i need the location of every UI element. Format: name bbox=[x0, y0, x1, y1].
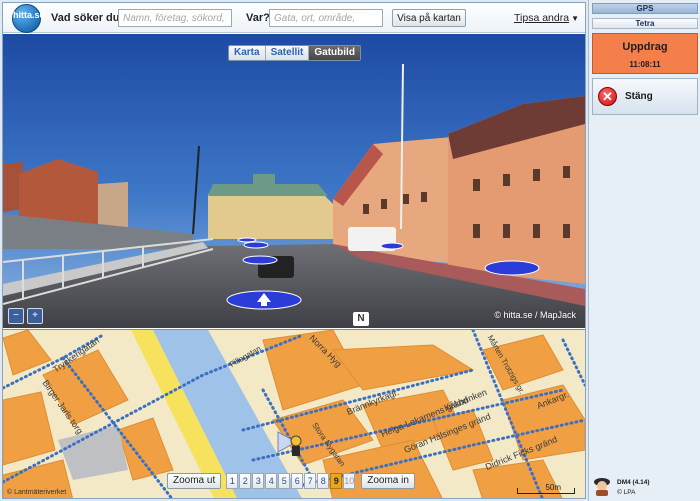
map-zoom-out-button[interactable]: Zooma ut bbox=[167, 473, 222, 489]
zoom-level-9[interactable]: 9 bbox=[330, 473, 343, 489]
map-zoom-bar: Zooma ut 1 2 3 4 5 6 7 8 9 10 Zooma in bbox=[167, 473, 415, 489]
zoom-level-4[interactable]: 4 bbox=[265, 473, 278, 489]
zoom-level-6[interactable]: 6 bbox=[291, 473, 304, 489]
where-label: Var? bbox=[246, 12, 270, 24]
street-zoom-in-button[interactable]: + bbox=[27, 308, 43, 324]
zoom-in-icon: + bbox=[32, 310, 38, 321]
map-view-tabs: Karta Satellit Gatubild bbox=[228, 45, 361, 61]
street-view[interactable]: Karta Satellit Gatubild − + N © hitta.se… bbox=[3, 34, 585, 328]
firefighter-icon bbox=[594, 478, 610, 496]
hitta-logo[interactable]: hitta.se bbox=[12, 4, 45, 33]
close-button-label: Stäng bbox=[625, 91, 653, 102]
version-label: DM4 (4.14) bbox=[617, 479, 650, 486]
tips-link-label: Tipsa andra bbox=[514, 12, 570, 24]
close-icon: ✕ bbox=[598, 87, 617, 106]
compass-north-icon[interactable]: N bbox=[353, 312, 369, 326]
where-search-input[interactable] bbox=[269, 9, 383, 27]
tab-gatubild[interactable]: Gatubild bbox=[309, 46, 360, 60]
map-copyright: © Lantmäteriverket bbox=[7, 489, 67, 496]
zoom-level-1[interactable]: 1 bbox=[226, 473, 239, 489]
zoom-level-8[interactable]: 8 bbox=[317, 473, 330, 489]
assignment-button[interactable]: Uppdrag 11:08:11 bbox=[592, 33, 698, 74]
assignment-title: Uppdrag bbox=[622, 41, 668, 53]
tetra-status-button[interactable]: Tetra bbox=[592, 18, 698, 29]
street-view-image bbox=[3, 34, 585, 328]
zoom-level-5[interactable]: 5 bbox=[278, 473, 291, 489]
map-view[interactable]: Tryckerigatan Birger Jarls torg Norra Hy… bbox=[3, 329, 585, 498]
tab-satellit[interactable]: Satellit bbox=[265, 46, 310, 60]
search-header: hitta.se Vad söker du? Var? Visa på kart… bbox=[3, 3, 585, 33]
zoom-out-icon: − bbox=[13, 310, 19, 321]
status-panel: GPS Tetra Uppdrag 11:08:11 ✕ Stäng DM4 (… bbox=[588, 0, 700, 501]
what-label: Vad söker du? bbox=[51, 12, 127, 24]
scale-bar bbox=[517, 488, 575, 494]
zoom-level-3[interactable]: 3 bbox=[252, 473, 265, 489]
tab-karta[interactable]: Karta bbox=[229, 46, 266, 60]
zoom-level-10[interactable]: 10 bbox=[343, 473, 356, 489]
vendor-label: © LPA bbox=[617, 489, 636, 496]
map-zoom-in-button[interactable]: Zooma in bbox=[361, 473, 415, 489]
gps-status-button[interactable]: GPS bbox=[592, 3, 698, 14]
main-frame: hitta.se Vad söker du? Var? Visa på kart… bbox=[2, 2, 586, 499]
tips-link[interactable]: Tipsa andra ▼ bbox=[514, 12, 579, 24]
assignment-time: 11:08:11 bbox=[629, 60, 661, 69]
zoom-level-2[interactable]: 2 bbox=[239, 473, 252, 489]
close-button[interactable]: ✕ Stäng bbox=[592, 78, 698, 115]
street-view-credit: © hitta.se / MapJack bbox=[494, 310, 576, 320]
show-on-map-button[interactable]: Visa på kartan bbox=[392, 9, 466, 27]
dropdown-arrow-icon: ▼ bbox=[571, 14, 579, 23]
zoom-level-7[interactable]: 7 bbox=[304, 473, 317, 489]
what-search-input[interactable] bbox=[118, 9, 232, 27]
street-zoom-out-button[interactable]: − bbox=[8, 308, 24, 324]
